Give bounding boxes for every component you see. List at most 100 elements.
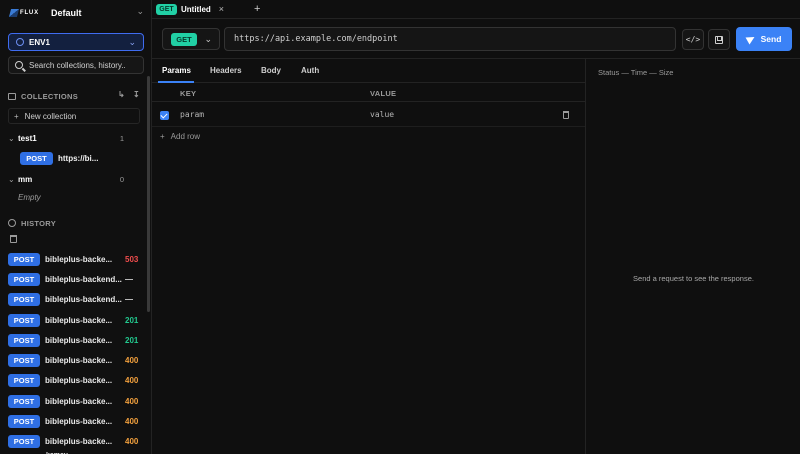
import-icon[interactable]: ↳: [118, 90, 125, 99]
tab-params[interactable]: Params: [162, 66, 191, 75]
code-button[interactable]: </>: [682, 29, 704, 50]
method-badge: POST: [8, 353, 40, 367]
logo-text: FLUX: [20, 10, 39, 16]
chevron-down-icon[interactable]: ⌄: [136, 6, 144, 17]
plus-icon: +: [160, 132, 165, 141]
method-badge: POST: [8, 373, 40, 387]
collection-item[interactable]: ⌄ test1 1: [8, 132, 124, 144]
method-badge: GET: [156, 3, 177, 15]
history-request-name: bibleplus-backe...: [45, 254, 113, 264]
tab-title: Untitled: [181, 4, 211, 14]
status-code: 400: [125, 375, 139, 385]
save-icon: [715, 35, 723, 44]
history-item[interactable]: POST bibleplus-backe... 503: [8, 252, 144, 266]
chevron-down-icon[interactable]: ⌄: [8, 175, 18, 184]
history-item[interactable]: POST bibleplus-backe... 400: [8, 353, 144, 367]
workspace-switcher[interactable]: FLUX Default ⌄: [8, 6, 144, 20]
collection-count: 1: [119, 133, 124, 143]
code-icon: </>: [685, 35, 701, 44]
method-selector[interactable]: GET ⌄: [162, 28, 220, 50]
response-empty-message: Send a request to see the response.: [633, 274, 754, 283]
history-item[interactable]: POST bibleplus-backe... 201: [8, 333, 144, 347]
history-request-name: bibleplus-backe...: [45, 315, 113, 325]
request-subtabs: Params Headers Body Auth: [152, 59, 585, 83]
tab-headers[interactable]: Headers: [210, 66, 242, 75]
history-request-name: bibleplus-backe...: [45, 335, 113, 345]
tab-auth[interactable]: Auth: [301, 66, 319, 75]
status-code: —: [125, 294, 133, 304]
trash-icon[interactable]: [563, 111, 569, 119]
active-tab-indicator: [158, 81, 194, 83]
history-request-name: bibleplus-backe...: [45, 375, 113, 385]
method-badge: POST: [8, 414, 40, 428]
method-badge: POST: [8, 434, 40, 448]
value-column-header: VALUE: [370, 89, 397, 98]
history-request-name: bibleplus-backend...: [45, 294, 122, 304]
search-placeholder: Search collections, history..: [29, 60, 126, 70]
method-badge: POST: [8, 292, 40, 306]
param-enabled-checkbox[interactable]: [160, 111, 169, 120]
param-value-input[interactable]: value: [370, 110, 394, 119]
history-item[interactable]: POST bibleplus-backe... 400: [8, 414, 144, 428]
status-code: 201: [125, 315, 139, 325]
new-collection-button[interactable]: + New collection: [8, 108, 140, 124]
request-tabbar: GET Untitled × +: [152, 0, 800, 19]
search-input[interactable]: Search collections, history..: [8, 56, 144, 74]
collection-item[interactable]: ⌄ mm 0: [8, 173, 124, 185]
history-item[interactable]: POST bibleplus-backend... —: [8, 272, 144, 286]
logo-mark-icon: [8, 9, 20, 17]
send-button[interactable]: Send: [736, 27, 792, 51]
history-request-name: bibleplus-backe...: [45, 355, 113, 365]
param-row: param value: [152, 103, 585, 127]
url-placeholder: https://api.example.com/endpoint: [234, 34, 398, 44]
history-request-name: bibleplus-backe...: [45, 396, 113, 406]
status-code: 400: [125, 436, 139, 446]
sidebar-scrollbar[interactable]: [147, 76, 150, 312]
new-collection-label: New collection: [24, 111, 77, 121]
download-icon[interactable]: ↧: [133, 90, 140, 99]
collection-request-item[interactable]: POST https://bi...: [20, 152, 98, 165]
collections-title: COLLECTIONS: [21, 91, 79, 101]
status-code: 400: [125, 396, 139, 406]
search-icon: [15, 61, 23, 69]
status-code: 400: [125, 355, 139, 365]
history-item-partial[interactable]: kemey: [8, 448, 144, 454]
request-name: https://bi...: [58, 154, 99, 163]
tab-body[interactable]: Body: [261, 66, 281, 75]
history-title: HISTORY: [21, 218, 57, 228]
history-item[interactable]: POST bibleplus-backe... 400: [8, 434, 144, 448]
status-code: 400: [125, 416, 139, 426]
environment-selector[interactable]: ENV1 ⌄: [8, 33, 144, 51]
collection-name: test1: [18, 133, 37, 143]
history-item[interactable]: POST bibleplus-backend... —: [8, 292, 144, 306]
history-item[interactable]: POST bibleplus-backe... 400: [8, 373, 144, 387]
clock-icon: [8, 219, 16, 227]
status-code: 201: [125, 335, 139, 345]
collection-count: 0: [119, 174, 124, 184]
sidebar: FLUX Default ⌄ ENV1 ⌄ Search collections…: [0, 0, 152, 454]
empty-collection-label: Empty: [18, 193, 41, 202]
param-key-input[interactable]: param: [180, 110, 204, 119]
request-tab[interactable]: GET Untitled ×: [156, 2, 224, 16]
response-status-header: Status — Time — Size: [598, 68, 674, 77]
method-badge: POST: [8, 252, 40, 266]
main-panel: GET Untitled × + GET ⌄ https://api.examp…: [152, 0, 800, 454]
history-item[interactable]: POST bibleplus-backe... 201: [8, 313, 144, 327]
add-row-button[interactable]: + Add row: [160, 132, 200, 141]
history-request-name: bibleplus-backe...: [45, 436, 113, 446]
method-badge: POST: [8, 394, 40, 408]
key-column-header: KEY: [180, 89, 197, 98]
chevron-down-icon[interactable]: ⌄: [8, 134, 18, 143]
save-button[interactable]: [708, 29, 730, 50]
history-item[interactable]: POST bibleplus-backe... 400: [8, 394, 144, 408]
close-icon[interactable]: ×: [219, 4, 224, 14]
method-badge: POST: [8, 313, 40, 327]
url-bar: GET ⌄ https://api.example.com/endpoint <…: [162, 27, 792, 51]
method-badge: POST: [20, 152, 53, 165]
folder-icon: [8, 92, 16, 100]
url-input[interactable]: https://api.example.com/endpoint: [224, 27, 676, 51]
status-code: 503: [125, 254, 139, 264]
trash-icon[interactable]: [10, 235, 17, 243]
add-tab-icon[interactable]: +: [254, 3, 260, 15]
params-table-header: KEY VALUE: [152, 84, 585, 102]
